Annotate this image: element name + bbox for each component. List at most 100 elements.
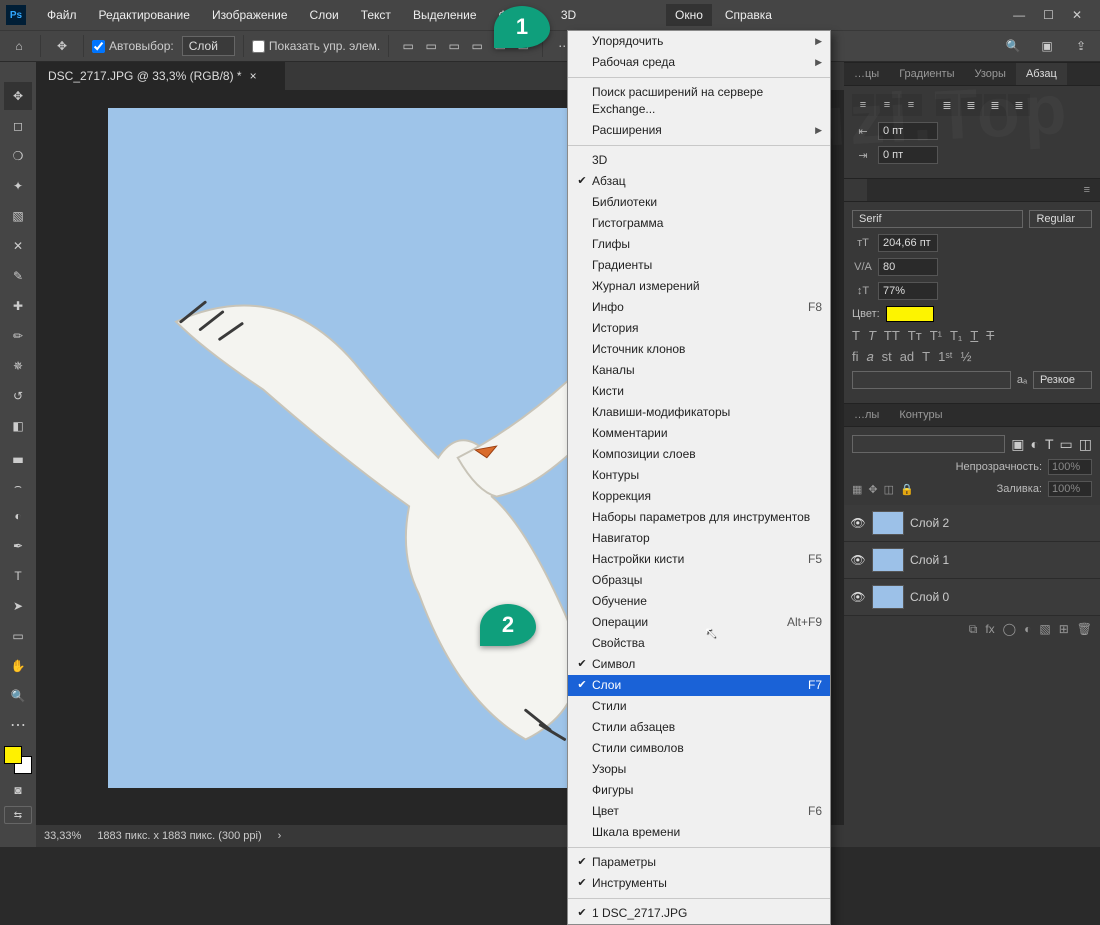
gradient-tool[interactable]: ▃ bbox=[4, 442, 32, 470]
frame-tool[interactable]: ✕ bbox=[4, 232, 32, 260]
vscale-input[interactable] bbox=[878, 282, 938, 300]
menu-edit[interactable]: Редактирование bbox=[90, 4, 199, 26]
layer-item[interactable]: 👁 Слой 0 bbox=[844, 579, 1100, 616]
blur-tool[interactable]: ⌢ bbox=[4, 472, 32, 500]
zoom-tool[interactable]: 🔍 bbox=[4, 682, 32, 710]
lasso-tool[interactable]: ❍ bbox=[4, 142, 32, 170]
liga-T-icon[interactable]: T bbox=[922, 349, 930, 365]
menu-item[interactable]: ОперацииAlt+F9 bbox=[568, 612, 830, 633]
liga-ad-icon[interactable]: ad bbox=[900, 349, 914, 365]
window-menu-dropdown[interactable]: Упорядочить▶Рабочая среда▶Поиск расширен… bbox=[567, 30, 831, 925]
lock-artboard-icon[interactable]: ◫ bbox=[884, 483, 894, 496]
visibility-icon[interactable]: 👁 bbox=[850, 590, 866, 604]
menu-layers[interactable]: Слои bbox=[301, 4, 348, 26]
auto-select-checkbox[interactable] bbox=[92, 40, 105, 53]
panel-menu-icon[interactable]: ≡ bbox=[1074, 179, 1100, 201]
quickmask-icon[interactable]: ◙ bbox=[4, 776, 32, 804]
filter-image-icon[interactable]: ▣ bbox=[1011, 436, 1024, 453]
italic-icon[interactable]: T bbox=[868, 328, 876, 343]
menu-item[interactable]: ✔Инструменты bbox=[568, 873, 830, 894]
menu-item[interactable]: Наборы параметров для инструментов bbox=[568, 507, 830, 528]
menu-item[interactable]: Журнал измерений bbox=[568, 276, 830, 297]
menu-item[interactable]: Комментарии bbox=[568, 423, 830, 444]
show-transform-toggle[interactable]: Показать упр. элем. bbox=[252, 39, 380, 53]
eyedropper-tool[interactable]: ✎ bbox=[4, 262, 32, 290]
menu-item[interactable]: Кисти bbox=[568, 381, 830, 402]
status-zoom[interactable]: 33,33% bbox=[44, 830, 81, 842]
brush-tool[interactable]: ✏ bbox=[4, 322, 32, 350]
smallcaps-icon[interactable]: Tᴛ bbox=[908, 328, 922, 343]
layer-kind-select[interactable] bbox=[852, 435, 1005, 453]
font-size-input[interactable] bbox=[878, 234, 938, 252]
menu-item[interactable]: Библиотеки bbox=[568, 192, 830, 213]
menu-item[interactable]: ✔Символ bbox=[568, 654, 830, 675]
fill-input[interactable] bbox=[1048, 481, 1092, 497]
filter-shape-icon[interactable]: ▭ bbox=[1060, 436, 1073, 453]
menu-item[interactable]: Шкала времени bbox=[568, 822, 830, 843]
shape-tool[interactable]: ▭ bbox=[4, 622, 32, 650]
panel-tab-character[interactable] bbox=[844, 179, 867, 201]
menu-window[interactable]: Окно bbox=[666, 4, 712, 26]
para-align-right-icon[interactable]: ≡ bbox=[900, 94, 922, 116]
bold-icon[interactable]: T bbox=[852, 328, 860, 343]
layer-name[interactable]: Слой 2 bbox=[910, 516, 949, 530]
font-family-select[interactable]: Serif bbox=[852, 210, 1023, 228]
menu-item[interactable]: Контуры bbox=[568, 465, 830, 486]
menu-item[interactable]: Упорядочить▶ bbox=[568, 31, 830, 52]
indent-first-input[interactable] bbox=[878, 146, 938, 164]
new-layer-icon[interactable]: ⊞ bbox=[1059, 622, 1069, 637]
dodge-tool[interactable]: ◐ bbox=[4, 502, 32, 530]
strike-icon[interactable]: T bbox=[986, 328, 994, 343]
layer-name[interactable]: Слой 1 bbox=[910, 553, 949, 567]
crop-tool[interactable]: ▧ bbox=[4, 202, 32, 230]
menu-item[interactable]: Узоры bbox=[568, 759, 830, 780]
liga-fi-icon[interactable]: fi bbox=[852, 349, 859, 365]
underline-icon[interactable]: T bbox=[970, 328, 978, 343]
menu-text[interactable]: Текст bbox=[352, 4, 400, 26]
menu-item[interactable]: Свойства bbox=[568, 633, 830, 654]
antialias-select[interactable]: Резкое bbox=[1033, 371, 1092, 389]
visibility-icon[interactable]: 👁 bbox=[850, 516, 866, 530]
menu-item[interactable]: Гистограмма bbox=[568, 213, 830, 234]
panel-tab-swatches[interactable]: …цы bbox=[844, 63, 889, 85]
para-justify-all-icon[interactable]: ≣ bbox=[1008, 94, 1030, 116]
menu-item[interactable]: Обучение bbox=[568, 591, 830, 612]
menu-item[interactable]: ЦветF6 bbox=[568, 801, 830, 822]
opacity-input[interactable] bbox=[1048, 459, 1092, 475]
align-top-icon[interactable]: ▭ bbox=[466, 35, 488, 57]
history-brush-tool[interactable]: ↺ bbox=[4, 382, 32, 410]
panel-tab-paths[interactable]: Контуры bbox=[889, 404, 952, 426]
menu-item[interactable]: Расширения▶ bbox=[568, 120, 830, 141]
menu-item[interactable]: ✔Параметры bbox=[568, 852, 830, 873]
visibility-icon[interactable]: 👁 bbox=[850, 553, 866, 567]
menu-3d[interactable]: 3D bbox=[552, 4, 585, 26]
stamp-tool[interactable]: ✵ bbox=[4, 352, 32, 380]
adjustment-layer-icon[interactable]: ◐ bbox=[1024, 622, 1031, 637]
hand-tool[interactable]: ✋ bbox=[4, 652, 32, 680]
align-left-icon[interactable]: ▭ bbox=[397, 35, 419, 57]
menu-help[interactable]: Справка bbox=[716, 4, 781, 26]
marquee-tool[interactable]: ◻ bbox=[4, 112, 32, 140]
eraser-tool[interactable]: ◧ bbox=[4, 412, 32, 440]
align-hcenter-icon[interactable]: ▭ bbox=[420, 35, 442, 57]
move-tool[interactable]: ✥ bbox=[4, 82, 32, 110]
path-select-tool[interactable]: ➤ bbox=[4, 592, 32, 620]
minimize-icon[interactable]: — bbox=[1013, 8, 1025, 22]
status-docinfo[interactable]: 1883 пикс. x 1883 пикс. (300 ppi) bbox=[97, 830, 261, 842]
menu-item[interactable]: Градиенты bbox=[568, 255, 830, 276]
fg-color-swatch[interactable] bbox=[4, 746, 22, 764]
menu-item[interactable]: ИнфоF8 bbox=[568, 297, 830, 318]
color-swatches[interactable] bbox=[4, 746, 32, 774]
menu-item[interactable]: Источник клонов bbox=[568, 339, 830, 360]
lock-all-icon[interactable]: 🔒 bbox=[900, 483, 914, 496]
panel-tab-channels[interactable]: …лы bbox=[844, 404, 889, 426]
font-weight-select[interactable]: Regular bbox=[1029, 210, 1092, 228]
menu-item[interactable]: Стили символов bbox=[568, 738, 830, 759]
tracking-input[interactable] bbox=[878, 258, 938, 276]
menu-item[interactable]: Стили абзацев bbox=[568, 717, 830, 738]
char-color-swatch[interactable] bbox=[886, 306, 934, 322]
close-tab-icon[interactable]: × bbox=[250, 69, 257, 83]
panel-tab-gradients[interactable]: Градиенты bbox=[889, 63, 964, 85]
para-justify-left-icon[interactable]: ≣ bbox=[936, 94, 958, 116]
document-tab[interactable]: DSC_2717.JPG @ 33,3% (RGB/8) * × bbox=[36, 62, 285, 90]
